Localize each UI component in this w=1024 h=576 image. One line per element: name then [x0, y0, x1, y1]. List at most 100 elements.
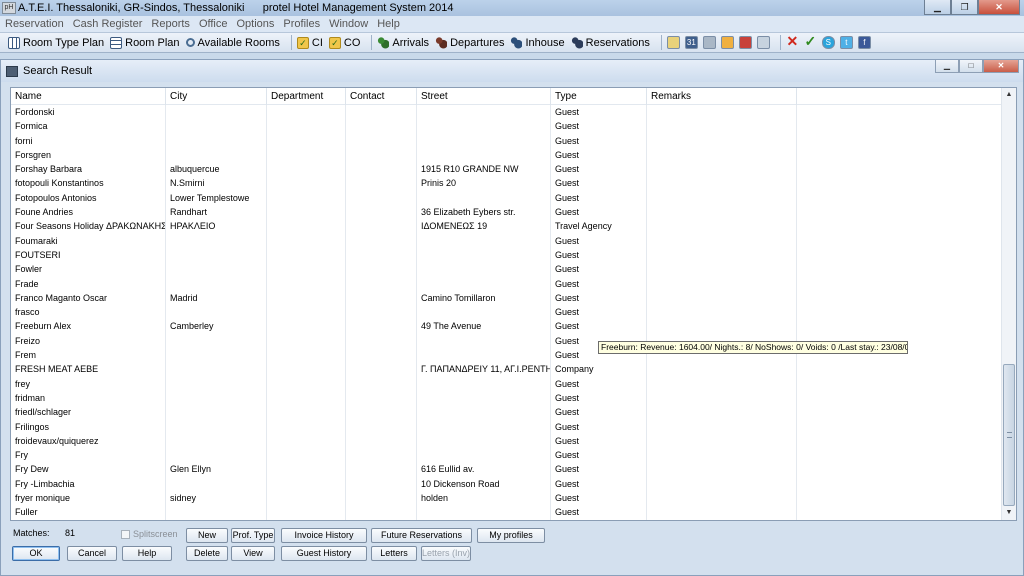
table-row[interactable]: Freeburn Alex Camberley 49 The Avenue Guest: [11, 319, 1002, 334]
my-profiles-button[interactable]: My profiles: [477, 528, 545, 543]
help-button[interactable]: Help: [122, 546, 172, 561]
close-icon[interactable]: ✕: [983, 60, 1019, 73]
list-icon[interactable]: [738, 36, 752, 49]
available-rooms-button[interactable]: Available Rooms: [185, 37, 280, 49]
twitter-icon[interactable]: t: [839, 36, 853, 49]
cell-contact: [346, 348, 417, 363]
column-header-type[interactable]: Type: [551, 88, 647, 105]
table-row[interactable]: Formica Guest: [11, 119, 1002, 134]
chart-icon[interactable]: [756, 36, 770, 49]
menu-help[interactable]: Help: [377, 18, 400, 30]
vertical-scrollbar[interactable]: ▲ ▼: [1001, 88, 1016, 520]
maximize-icon[interactable]: □: [959, 60, 983, 73]
confirm-check-icon[interactable]: ✓: [804, 34, 817, 49]
check-out-button[interactable]: ✓ CO: [328, 36, 360, 49]
table-row[interactable]: fridman Guest: [11, 390, 1002, 406]
close-icon[interactable]: ✕: [978, 0, 1020, 15]
cell-contact: [346, 333, 417, 349]
cell-department: [267, 105, 346, 120]
cell-name: forni: [11, 133, 166, 148]
table-row[interactable]: Four Seasons Holiday ΔΡΑΚΩΝΑΚΗΣ Η...ΗΡΑΚ…: [11, 219, 1002, 234]
table-row[interactable]: Frilingos Guest: [11, 419, 1002, 434]
table-row[interactable]: Fordonski Guest: [11, 105, 1002, 120]
cancel-x-icon[interactable]: ✕: [786, 34, 799, 49]
column-header-street[interactable]: Street: [417, 88, 551, 105]
table-row[interactable]: Foumaraki Guest: [11, 233, 1002, 248]
table-row[interactable]: forni Guest: [11, 133, 1002, 148]
column-header-name[interactable]: Name: [11, 88, 166, 105]
menu-reservation[interactable]: Reservation: [5, 18, 64, 30]
table-row[interactable]: FOUTSERI Guest: [11, 247, 1002, 263]
menu-cash-register[interactable]: Cash Register: [73, 18, 143, 30]
table-row[interactable]: Fowler Guest: [11, 262, 1002, 277]
cancel-button[interactable]: Cancel: [67, 546, 117, 561]
cell-name: friedl/schlager: [11, 405, 166, 420]
table-row[interactable]: FRESH MEAT AEBE Γ. ΠΑΠΑΝΔΡΕΙΥ 11, ΑΓ.Ι.ΡΕ…: [11, 362, 1002, 377]
table-row[interactable]: Fotopoulos Antonios Lower Templestowe Gues…: [11, 190, 1002, 206]
cell-type: Guest: [551, 476, 647, 492]
menu-reports[interactable]: Reports: [151, 18, 190, 30]
ok-button[interactable]: OK: [12, 546, 60, 561]
cell-department: [267, 476, 346, 492]
menu-options[interactable]: Options: [236, 18, 274, 30]
cell-street: [417, 333, 551, 349]
facebook-icon[interactable]: f: [857, 36, 871, 49]
menu-profiles[interactable]: Profiles: [283, 18, 320, 30]
table-row[interactable]: Frade Guest: [11, 276, 1002, 291]
scroll-up-icon[interactable]: ▲: [1002, 88, 1016, 102]
table-row[interactable]: frey Guest: [11, 376, 1002, 391]
arrivals-button[interactable]: Arrivals: [377, 36, 429, 49]
letters-button[interactable]: Letters: [371, 546, 417, 561]
restore-icon[interactable]: ❐: [951, 0, 978, 15]
guest-history-button[interactable]: Guest History: [281, 546, 367, 561]
table-row[interactable]: Fry -Limbachia 10 Dickenson Road Guest: [11, 476, 1002, 492]
column-header-city[interactable]: City: [166, 88, 267, 105]
table-row[interactable]: Foune Andries Randhart 36 Elizabeth Eybers…: [11, 205, 1002, 220]
column-header-contact[interactable]: Contact: [346, 88, 417, 105]
toolbar-separator: [779, 35, 781, 50]
scrollbar-thumb[interactable]: [1003, 364, 1015, 506]
table-row[interactable]: Forshay Barbara albuquercue 1915 R10 GRAND…: [11, 162, 1002, 177]
table-row[interactable]: Forsgren Guest: [11, 147, 1002, 163]
inhouse-button[interactable]: Inhouse: [510, 36, 565, 49]
menu-window[interactable]: Window: [329, 18, 368, 30]
check-in-button[interactable]: ✓ CI: [296, 36, 323, 49]
future-reservations-button[interactable]: Future Reservations: [371, 528, 472, 543]
cell-city: [166, 233, 267, 248]
results-grid[interactable]: Name City Department Contact Street Type…: [10, 87, 1017, 521]
room-type-plan-button[interactable]: Room Type Plan: [8, 36, 104, 49]
column-header-department[interactable]: Department: [267, 88, 346, 105]
cell-name: frasco: [11, 305, 166, 320]
scroll-down-icon[interactable]: ▼: [1002, 506, 1016, 520]
table-row[interactable]: fotopouli Konstantinos N.Smirni Prinis 20 G…: [11, 176, 1002, 191]
table-row[interactable]: Franco Maganto Oscar Madrid Camino Tomilla…: [11, 290, 1002, 306]
invoice-history-button[interactable]: Invoice History: [281, 528, 367, 543]
minimize-icon[interactable]: ▁: [935, 60, 959, 73]
minimize-icon[interactable]: ▁: [924, 0, 951, 15]
prof-type-button[interactable]: Prof. Type: [231, 528, 275, 543]
new-button[interactable]: New: [186, 528, 228, 543]
room-plan-button[interactable]: Room Plan: [110, 36, 180, 49]
app-icon: pH: [2, 2, 16, 14]
reservations-button[interactable]: Reservations: [570, 36, 650, 49]
departures-button[interactable]: Departures: [435, 36, 504, 49]
calendar-icon[interactable]: 31: [684, 36, 698, 49]
table-row[interactable]: fryer monique sidney holden Guest: [11, 491, 1002, 506]
table-row[interactable]: froidevaux/quiquerez Guest: [11, 433, 1002, 449]
table-row[interactable]: Fry Dew Glen Ellyn 616 Eullid av. Guest: [11, 462, 1002, 477]
table-row[interactable]: Fuller Guest: [11, 505, 1002, 520]
notes-icon[interactable]: [666, 36, 680, 49]
column-header-remarks[interactable]: Remarks: [647, 88, 797, 105]
cell-city: Randhart: [166, 205, 267, 220]
edit-icon[interactable]: [720, 36, 734, 49]
table-row[interactable]: friedl/schlager Guest: [11, 405, 1002, 420]
view-button[interactable]: View: [231, 546, 275, 561]
table-row[interactable]: frasco Guest: [11, 305, 1002, 320]
network-icon[interactable]: [702, 36, 716, 49]
skype-icon[interactable]: S: [821, 36, 835, 49]
splitscreen-checkbox[interactable]: Splitscreen: [121, 529, 178, 539]
menu-office[interactable]: Office: [199, 18, 228, 30]
delete-button[interactable]: Delete: [186, 546, 228, 561]
table-row[interactable]: Fry Guest: [11, 448, 1002, 463]
cell-department: [267, 319, 346, 334]
